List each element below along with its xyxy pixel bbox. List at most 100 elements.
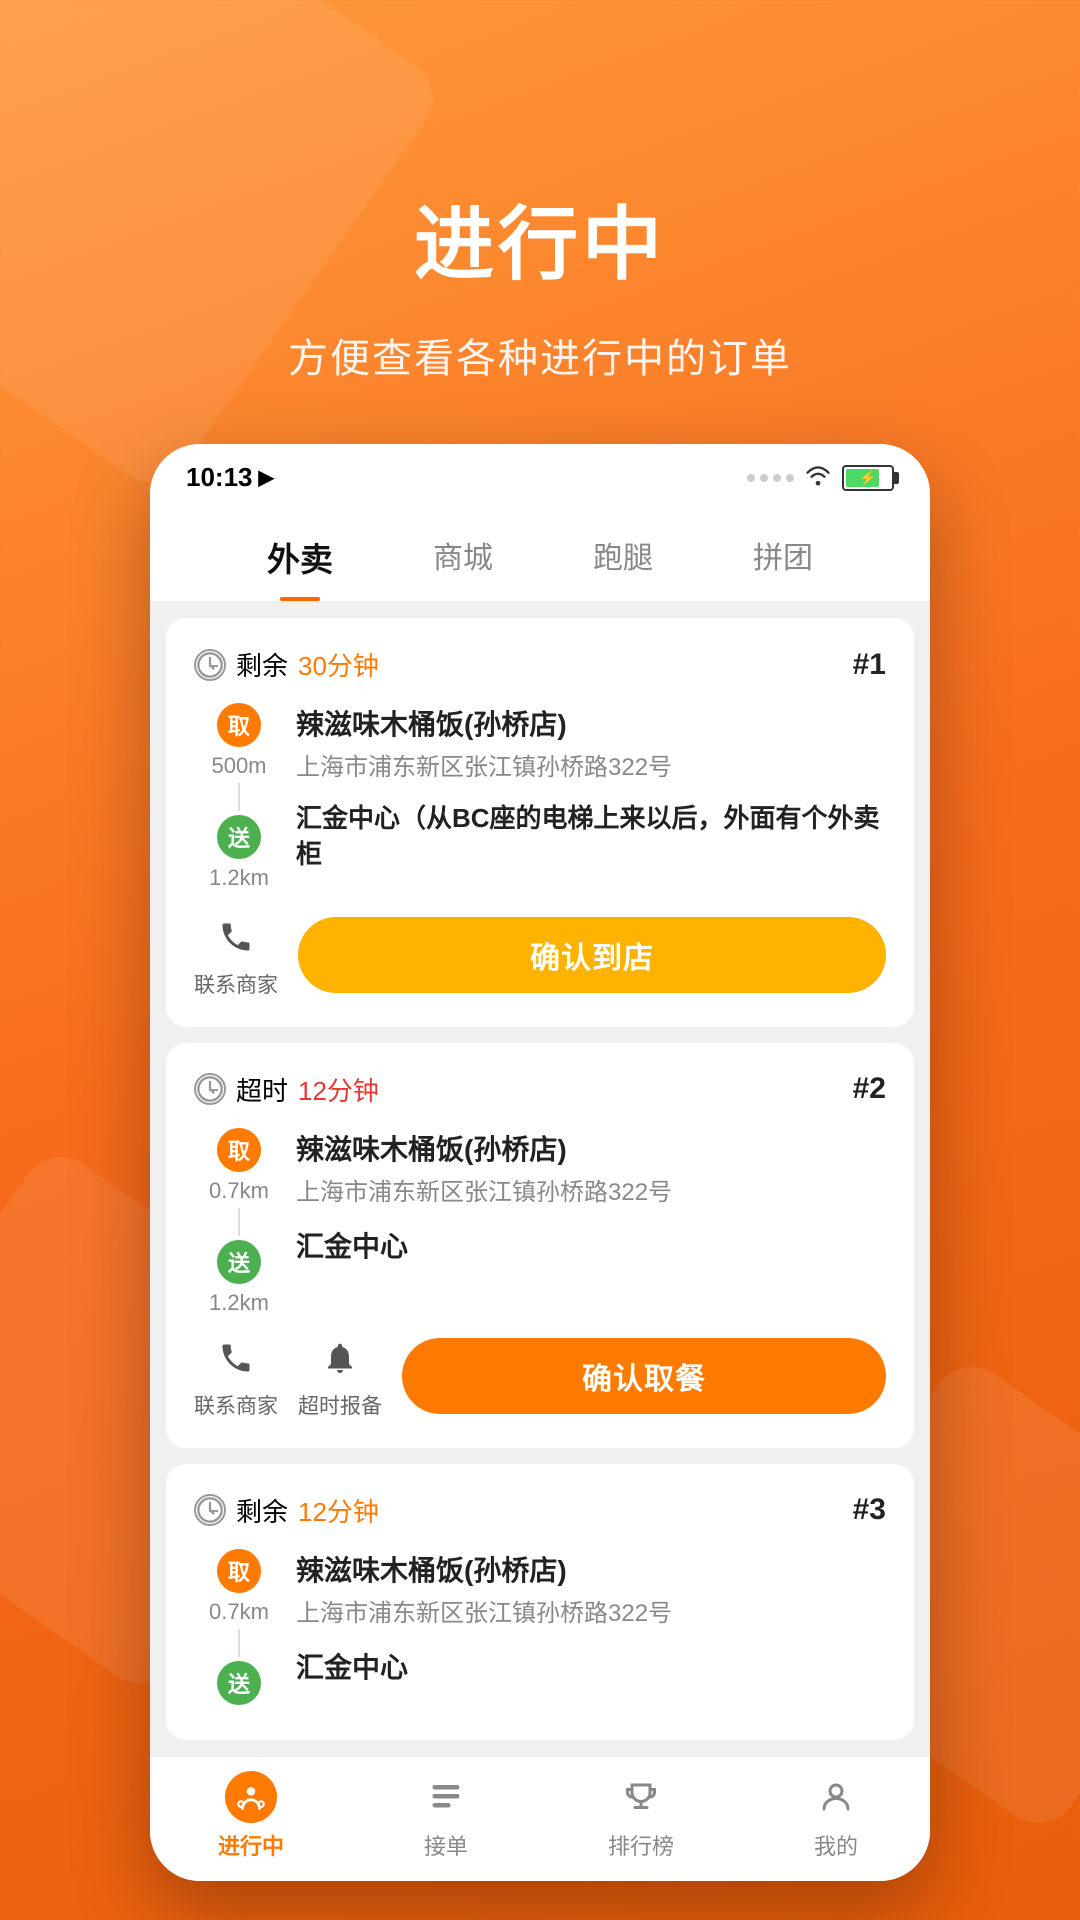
order-2-time-label: 超时 (236, 1071, 288, 1108)
nav-ranking-label: 排行榜 (608, 1829, 674, 1861)
order-1-time: 剩余 30分钟 (194, 646, 379, 683)
order-3-pickup-info: 辣滋味木桶饭(孙桥店) 上海市浦东新区张江镇孙桥路322号 (296, 1549, 886, 1628)
order-1-time-label: 剩余 (236, 646, 288, 683)
order-3-header: 剩余 12分钟 #3 (194, 1492, 886, 1529)
battery-icon: ⚡ (842, 465, 894, 491)
bottom-navigation: 进行中 接单 (150, 1756, 930, 1881)
order-2-header: 超时 12分钟 #2 (194, 1071, 886, 1108)
order-1-pickup-info: 辣滋味木桶饭(孙桥店) 上海市浦东新区张江镇孙桥路322号 (296, 703, 886, 782)
contact-merchant-btn-2[interactable]: 联系商家 (194, 1332, 278, 1420)
status-icons: ⚡ (747, 464, 894, 492)
bell-icon-2 (314, 1332, 366, 1384)
nav-profile[interactable]: 我的 (810, 1771, 862, 1861)
nav-profile-label: 我的 (814, 1829, 858, 1861)
order-3-time-label: 剩余 (236, 1492, 288, 1529)
status-time: 10:13 ▶ (186, 462, 274, 493)
order-1-number: #1 (853, 648, 886, 682)
pickup-badge-1: 取 (217, 703, 261, 747)
orders-list: 剩余 30分钟 #1 取 500m 送 1.2km (150, 602, 930, 1756)
deliver-badge-3: 送 (217, 1661, 261, 1705)
order-3-route-left: 取 0.7km 送 (194, 1549, 284, 1708)
phone-label-1: 联系商家 (194, 969, 278, 999)
order-2-route-right: 辣滋味木桶饭(孙桥店) 上海市浦东新区张江镇孙桥路322号 汇金中心 (296, 1128, 886, 1316)
hero-title: 进行中 (0, 180, 1080, 296)
list-icon (420, 1771, 472, 1823)
bell-label-2: 超时报备 (298, 1390, 382, 1420)
order-2-actions: 联系商家 超时报备 确认取餐 (194, 1332, 886, 1420)
nav-ranking[interactable]: 排行榜 (608, 1771, 674, 1861)
order-3-pickup-name: 辣滋味木桶饭(孙桥店) (296, 1549, 886, 1589)
order-2-pickup-name: 辣滋味木桶饭(孙桥店) (296, 1128, 886, 1168)
order-1-actions: 联系商家 确认到店 (194, 911, 886, 999)
order-1-route-right: 辣滋味木桶饭(孙桥店) 上海市浦东新区张江镇孙桥路322号 汇金中心（从BC座的… (296, 703, 886, 895)
tab-waimai[interactable]: 外卖 (217, 523, 383, 591)
contact-merchant-btn-1[interactable]: 联系商家 (194, 911, 278, 999)
order-3-time: 剩余 12分钟 (194, 1492, 379, 1529)
order-1-header: 剩余 30分钟 #1 (194, 646, 886, 683)
rider-icon (225, 1771, 277, 1823)
order-2-number: #2 (853, 1072, 886, 1106)
tab-pintuan[interactable]: 拼团 (703, 523, 863, 591)
order-1-deliver-name: 汇金中心（从BC座的电梯上来以后，外面有个外卖柜 (296, 800, 886, 873)
nav-ongoing-label: 进行中 (218, 1829, 284, 1861)
order-1-pickup-address: 上海市浦东新区张江镇孙桥路322号 (296, 747, 886, 782)
order-3-route: 取 0.7km 送 辣滋味木桶饭(孙桥店) 上海市浦东新区张江镇孙桥路322号 … (194, 1549, 886, 1708)
order-1-route-left: 取 500m 送 1.2km (194, 703, 284, 895)
order-2-deliver-distance: 1.2km (209, 1290, 269, 1316)
clock-icon-2 (194, 1073, 226, 1105)
nav-accept[interactable]: 接单 (420, 1771, 472, 1861)
wifi-icon (804, 464, 832, 492)
order-2-pickup-address: 上海市浦东新区张江镇孙桥路322号 (296, 1172, 886, 1207)
phone-icon-2 (210, 1332, 262, 1384)
overtime-report-btn[interactable]: 超时报备 (298, 1332, 382, 1420)
order-card-1: 剩余 30分钟 #1 取 500m 送 1.2km (166, 618, 914, 1027)
order-2-time: 超时 12分钟 (194, 1071, 379, 1108)
order-3-deliver-name: 汇金中心 (296, 1646, 886, 1686)
order-3-route-right: 辣滋味木桶饭(孙桥店) 上海市浦东新区张江镇孙桥路322号 汇金中心 (296, 1549, 886, 1708)
order-3-pickup-address: 上海市浦东新区张江镇孙桥路322号 (296, 1593, 886, 1628)
order-2-route: 取 0.7km 送 1.2km 辣滋味木桶饭(孙桥店) 上海市浦东新区张江镇孙桥… (194, 1128, 886, 1316)
order-card-2: 超时 12分钟 #2 取 0.7km 送 1.2km (166, 1043, 914, 1448)
trophy-icon (615, 1771, 667, 1823)
order-2-pickup-info: 辣滋味木桶饭(孙桥店) 上海市浦东新区张江镇孙桥路322号 (296, 1128, 886, 1207)
order-1-deliver-info: 汇金中心（从BC座的电梯上来以后，外面有个外卖柜 (296, 800, 886, 877)
nav-accept-label: 接单 (424, 1829, 468, 1861)
clock-icon-1 (194, 649, 226, 681)
order-2-pickup-distance: 0.7km (209, 1178, 269, 1204)
order-1-time-value: 30分钟 (298, 646, 379, 683)
order-card-3: 剩余 12分钟 #3 取 0.7km 送 辣滋味木桶饭(孙桥店) (166, 1464, 914, 1740)
deliver-badge-2: 送 (217, 1240, 261, 1284)
status-bar: 10:13 ▶ (150, 444, 930, 503)
tab-shangcheng[interactable]: 商城 (383, 523, 543, 591)
order-1-pickup-name: 辣滋味木桶饭(孙桥店) (296, 703, 886, 743)
order-2-time-value: 12分钟 (298, 1071, 379, 1108)
location-arrow-icon: ▶ (259, 465, 274, 490)
category-tabs: 外卖 商城 跑腿 拼团 (150, 503, 930, 602)
order-3-time-value: 12分钟 (298, 1492, 379, 1529)
order-3-deliver-info: 汇金中心 (296, 1646, 886, 1690)
confirm-arrive-btn-1[interactable]: 确认到店 (298, 917, 886, 993)
user-icon (810, 1771, 862, 1823)
hero-subtitle: 方便查看各种进行中的订单 (0, 326, 1080, 384)
nav-ongoing[interactable]: 进行中 (218, 1771, 284, 1861)
phone-mockup-container: 10:13 ▶ (0, 444, 1080, 1881)
pickup-badge-3: 取 (217, 1549, 261, 1593)
confirm-pickup-btn-2[interactable]: 确认取餐 (402, 1338, 886, 1414)
order-2-route-left: 取 0.7km 送 1.2km (194, 1128, 284, 1316)
clock-icon-3 (194, 1494, 226, 1526)
order-1-pickup-distance: 500m (211, 753, 266, 779)
phone-mockup: 10:13 ▶ (150, 444, 930, 1881)
tab-paotui[interactable]: 跑腿 (543, 523, 703, 591)
deliver-badge-1: 送 (217, 815, 261, 859)
phone-label-2: 联系商家 (194, 1390, 278, 1420)
order-3-number: #3 (853, 1493, 886, 1527)
order-2-deliver-name: 汇金中心 (296, 1225, 886, 1265)
order-1-deliver-distance: 1.2km (209, 865, 269, 891)
order-1-route: 取 500m 送 1.2km 辣滋味木桶饭(孙桥店) 上海市浦东新区张江镇孙桥路… (194, 703, 886, 895)
hero-section: 进行中 方便查看各种进行中的订单 (0, 0, 1080, 444)
order-2-deliver-info: 汇金中心 (296, 1225, 886, 1269)
pickup-badge-2: 取 (217, 1128, 261, 1172)
phone-icon-1 (210, 911, 262, 963)
order-3-pickup-distance: 0.7km (209, 1599, 269, 1625)
signal-dots (747, 474, 794, 482)
